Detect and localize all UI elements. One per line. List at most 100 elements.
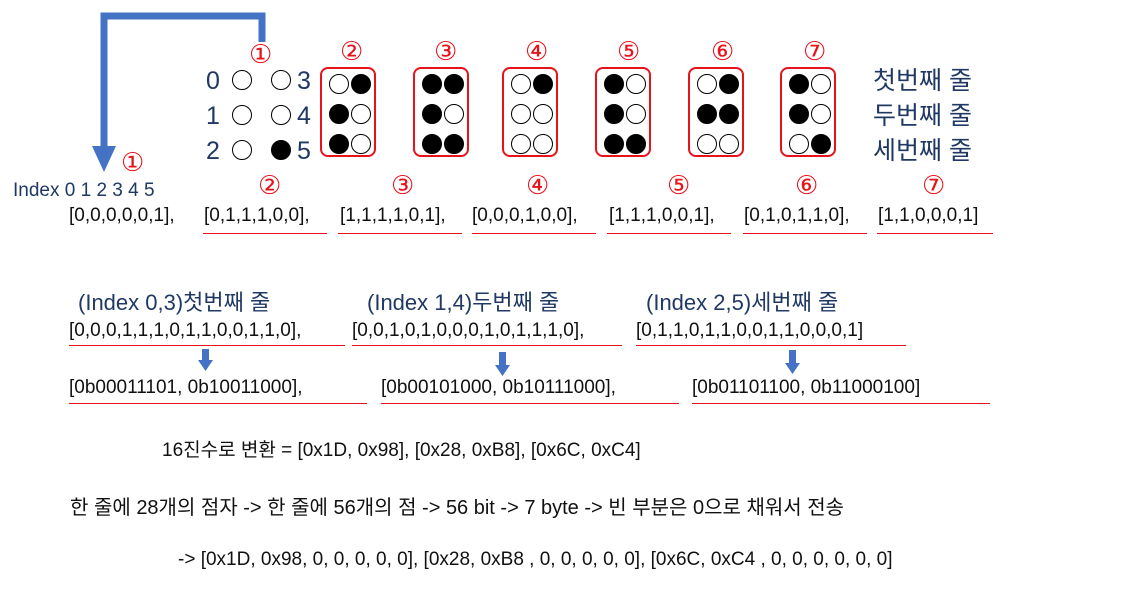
braille-dot: [511, 74, 531, 94]
braille-cell-5: [595, 67, 651, 157]
braille-dot: [232, 70, 252, 90]
braille-dot: [232, 140, 252, 160]
cell-array-2: [0,1,1,1,0,0],: [204, 205, 310, 226]
braille-dot: [533, 74, 553, 94]
braille-dot: [626, 104, 646, 124]
braille-dot: [697, 74, 717, 94]
cell-label-6-bottom: ⑥: [795, 170, 819, 200]
braille-dot: [422, 104, 442, 124]
cell-label-1-bottom: ①: [121, 147, 145, 177]
row-header-1: (Index 0,3)첫번째 줄: [78, 290, 271, 315]
braille-dot: [444, 74, 464, 94]
index-4: 4: [297, 102, 311, 130]
cell-array-1: [0,0,0,0,0,1],: [69, 205, 175, 226]
braille-dot: [329, 104, 349, 124]
row-array-2: [0,0,1,0,1,0,0,0,1,0,1,1,1,0],: [352, 320, 585, 341]
braille-dot: [351, 74, 371, 94]
hex-conversion-line: 16진수로 변환 = [0x1D, 0x98], [0x28, 0xB8], […: [162, 440, 641, 461]
braille-dot: [271, 70, 291, 90]
braille-dot: [511, 134, 531, 154]
cell-array-3: [1,1,1,1,0,1],: [340, 205, 446, 226]
row-header-3: (Index 2,5)세번째 줄: [646, 290, 839, 315]
braille-cell-7: [780, 67, 836, 157]
braille-dot: [271, 105, 291, 125]
index-2: 2: [206, 137, 220, 165]
braille-cell-4: [502, 67, 558, 157]
braille-cell-6: [688, 67, 744, 157]
underline-5: [607, 233, 731, 234]
row-label-1: 첫번째 줄: [873, 67, 972, 95]
cell-label-1-top: ①: [249, 39, 273, 69]
binary-underline-3: [692, 403, 990, 404]
final-transmission-line: -> [0x1D, 0x98, 0, 0, 0, 0, 0], [0x28, 0…: [178, 549, 893, 570]
braille-dot: [444, 104, 464, 124]
cell-label-3-top: ③: [434, 36, 458, 66]
braille-dot: [422, 134, 442, 154]
cell-label-7-top: ⑦: [803, 36, 827, 66]
braille-dot: [511, 104, 531, 124]
binary-array-2: [0b00101000, 0b10111000],: [381, 377, 616, 398]
cell-label-5-bottom: ⑤: [667, 170, 691, 200]
braille-dot: [626, 134, 646, 154]
braille-dot: [626, 74, 646, 94]
row-underline-3: [636, 345, 906, 346]
braille-dot: [789, 74, 809, 94]
cell-label-7-bottom: ⑦: [922, 170, 946, 200]
binary-array-3: [0b01101100, 0b11000100]: [692, 377, 921, 398]
braille-dot: [697, 104, 717, 124]
cell-array-5: [1,1,1,0,0,1],: [609, 205, 715, 226]
cell-label-6-top: ⑥: [711, 36, 735, 66]
braille-dot: [697, 134, 717, 154]
braille-dot: [789, 104, 809, 124]
binary-array-1: [0b00011101, 0b10011000],: [69, 377, 303, 398]
cell-array-4: [0,0,0,1,0,0],: [472, 205, 578, 226]
index-1: 1: [206, 102, 220, 130]
braille-dot: [271, 140, 291, 160]
braille-dot: [329, 134, 349, 154]
row-header-2: (Index 1,4)두번째 줄: [367, 290, 560, 315]
explanation-line: 한 줄에 28개의 점자 -> 한 줄에 56개의 점 -> 56 bit ->…: [70, 497, 845, 519]
braille-dot: [444, 134, 464, 154]
braille-cell-1: [230, 70, 296, 160]
underline-4: [472, 233, 596, 234]
index-0: 0: [206, 67, 220, 95]
underline-6: [743, 233, 867, 234]
binary-underline-1: [69, 403, 367, 404]
cell-label-5-top: ⑤: [617, 36, 641, 66]
row-underline-1: [69, 345, 345, 346]
braille-dot: [533, 104, 553, 124]
cell-label-3-bottom: ③: [391, 170, 415, 200]
underline-7: [877, 233, 993, 234]
braille-dot: [604, 74, 624, 94]
braille-dot: [604, 134, 624, 154]
down-arrow-3: [785, 350, 800, 374]
braille-cell-3: [413, 67, 469, 157]
braille-dot: [811, 134, 831, 154]
row-array-1: [0,0,0,1,1,1,0,1,1,0,0,1,1,0],: [69, 320, 302, 341]
cell-label-2-top: ②: [340, 36, 364, 66]
braille-dot: [422, 74, 442, 94]
index-5: 5: [297, 137, 311, 165]
row-label-3: 세번째 줄: [873, 137, 972, 165]
braille-dot: [533, 134, 553, 154]
braille-dot: [351, 134, 371, 154]
underline-3: [338, 233, 462, 234]
braille-dot: [351, 104, 371, 124]
down-arrow-1: [198, 349, 213, 371]
row-label-2: 두번째 줄: [873, 102, 972, 130]
cell-label-4-top: ④: [525, 36, 549, 66]
row-array-3: [0,1,1,0,1,1,0,0,1,1,0,0,0,1]: [636, 320, 864, 341]
index-3: 3: [297, 67, 311, 95]
down-arrow-2: [495, 352, 510, 376]
braille-dot: [719, 104, 739, 124]
cell-array-7: [1,1,0,0,0,1]: [878, 205, 979, 226]
braille-cell-2: [320, 67, 376, 157]
braille-dot: [719, 134, 739, 154]
braille-dot: [789, 134, 809, 154]
braille-dot: [811, 74, 831, 94]
braille-dot: [811, 104, 831, 124]
row-underline-2: [352, 345, 622, 346]
index-line: Index 0 1 2 3 4 5: [13, 180, 155, 201]
cell-label-4-bottom: ④: [526, 170, 550, 200]
braille-dot: [604, 104, 624, 124]
